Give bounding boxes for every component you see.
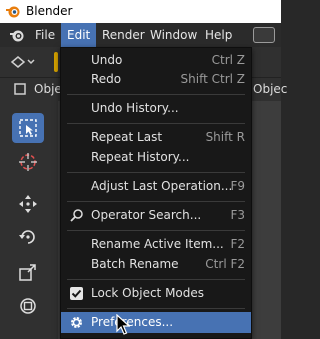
menu-item-label: Undo	[91, 53, 123, 67]
gear-icon	[70, 316, 83, 329]
menu-item-lock-object-modes[interactable]: Lock Object Modes	[61, 283, 251, 304]
menu-item-label: Batch Rename	[91, 257, 179, 271]
checkmark-icon	[71, 289, 82, 298]
transform-pivot-icon[interactable]	[8, 53, 36, 71]
menu-separator	[67, 230, 245, 231]
menu-item-shortcut: Ctrl Z	[211, 53, 245, 67]
workspace-icon[interactable]	[253, 27, 275, 43]
object-mode-icon[interactable]	[13, 82, 27, 96]
menu-item-shortcut: Shift Ctrl Z	[180, 72, 245, 86]
scale-tool[interactable]	[12, 257, 44, 287]
window-title: Blender	[26, 4, 73, 18]
mouse-pointer-icon	[116, 314, 130, 335]
search-icon	[70, 209, 83, 222]
menu-file[interactable]: File	[29, 23, 61, 47]
rotate-tool[interactable]	[12, 222, 44, 252]
menu-item-label: Operator Search...	[91, 208, 202, 222]
menu-item-shortcut: Shift R	[205, 130, 245, 144]
3d-cursor-icon	[19, 153, 37, 171]
transform-icon	[20, 298, 36, 314]
menu-item-label: Undo History...	[91, 101, 179, 115]
lock-object-modes-checkbox[interactable]	[70, 287, 83, 300]
active-tool-indicator	[54, 52, 58, 72]
menu-separator	[67, 172, 245, 173]
menu-item-label: Adjust Last Operation...	[91, 179, 233, 193]
menu-separator	[67, 308, 245, 309]
menu-separator	[67, 279, 245, 280]
rotate-icon	[19, 230, 35, 244]
menu-item-shortcut: F3	[230, 208, 245, 222]
menu-separator	[67, 94, 245, 95]
menu-item-batch-rename[interactable]: Batch Rename Ctrl F2	[61, 254, 251, 275]
menu-item-repeat-last[interactable]: Repeat Last Shift R	[61, 127, 251, 148]
select-box-icon	[19, 119, 37, 137]
menu-item-redo[interactable]: Redo Shift Ctrl Z	[61, 69, 251, 90]
menu-item-shortcut: F9	[230, 179, 245, 193]
edit-menu-dropdown: Undo Ctrl Z Redo Shift Ctrl Z Undo Histo…	[60, 47, 252, 339]
scale-icon	[19, 264, 36, 281]
menu-item-label: Preferences...	[91, 315, 174, 329]
menu-edit[interactable]: Edit	[61, 23, 97, 47]
menu-render[interactable]: Render	[96, 23, 151, 47]
window-title-bar: Blender	[0, 0, 281, 23]
menu-item-undo[interactable]: Undo Ctrl Z	[61, 50, 251, 71]
menu-item-rename-active-item[interactable]: Rename Active Item... F2	[61, 234, 251, 255]
select-box-tool[interactable]	[12, 113, 44, 143]
transform-tool[interactable]	[12, 291, 44, 321]
menu-item-repeat-history[interactable]: Repeat History...	[61, 147, 251, 168]
blender-menu-icon[interactable]	[9, 27, 25, 43]
cursor-tool[interactable]	[12, 147, 44, 177]
top-menubar: File Edit Render Window Help	[0, 23, 281, 47]
menu-item-label: Repeat History...	[91, 150, 190, 164]
menu-item-label: Repeat Last	[91, 130, 163, 144]
menu-item-undo-history[interactable]: Undo History...	[61, 98, 251, 119]
menu-window[interactable]: Window	[144, 23, 203, 47]
move-tool[interactable]	[12, 189, 44, 219]
menu-item-operator-search[interactable]: Operator Search... F3	[61, 205, 251, 226]
menu-item-label: Rename Active Item...	[91, 237, 224, 251]
tool-shelf	[0, 101, 58, 339]
menu-item-adjust-last-operation[interactable]: Adjust Last Operation... F9	[61, 176, 251, 197]
blender-logo-icon	[6, 6, 20, 18]
menu-separator	[67, 201, 245, 202]
menu-separator	[67, 123, 245, 124]
menu-item-label: Lock Object Modes	[91, 286, 205, 300]
menu-item-shortcut: F2	[230, 237, 245, 251]
object-menu-label[interactable]: Objec	[253, 82, 287, 96]
move-icon	[19, 195, 37, 213]
menu-item-label: Redo	[91, 72, 122, 86]
menu-item-shortcut: Ctrl F2	[205, 257, 245, 271]
menu-help[interactable]: Help	[199, 23, 238, 47]
menu-item-preferences[interactable]: Preferences...	[61, 312, 251, 333]
